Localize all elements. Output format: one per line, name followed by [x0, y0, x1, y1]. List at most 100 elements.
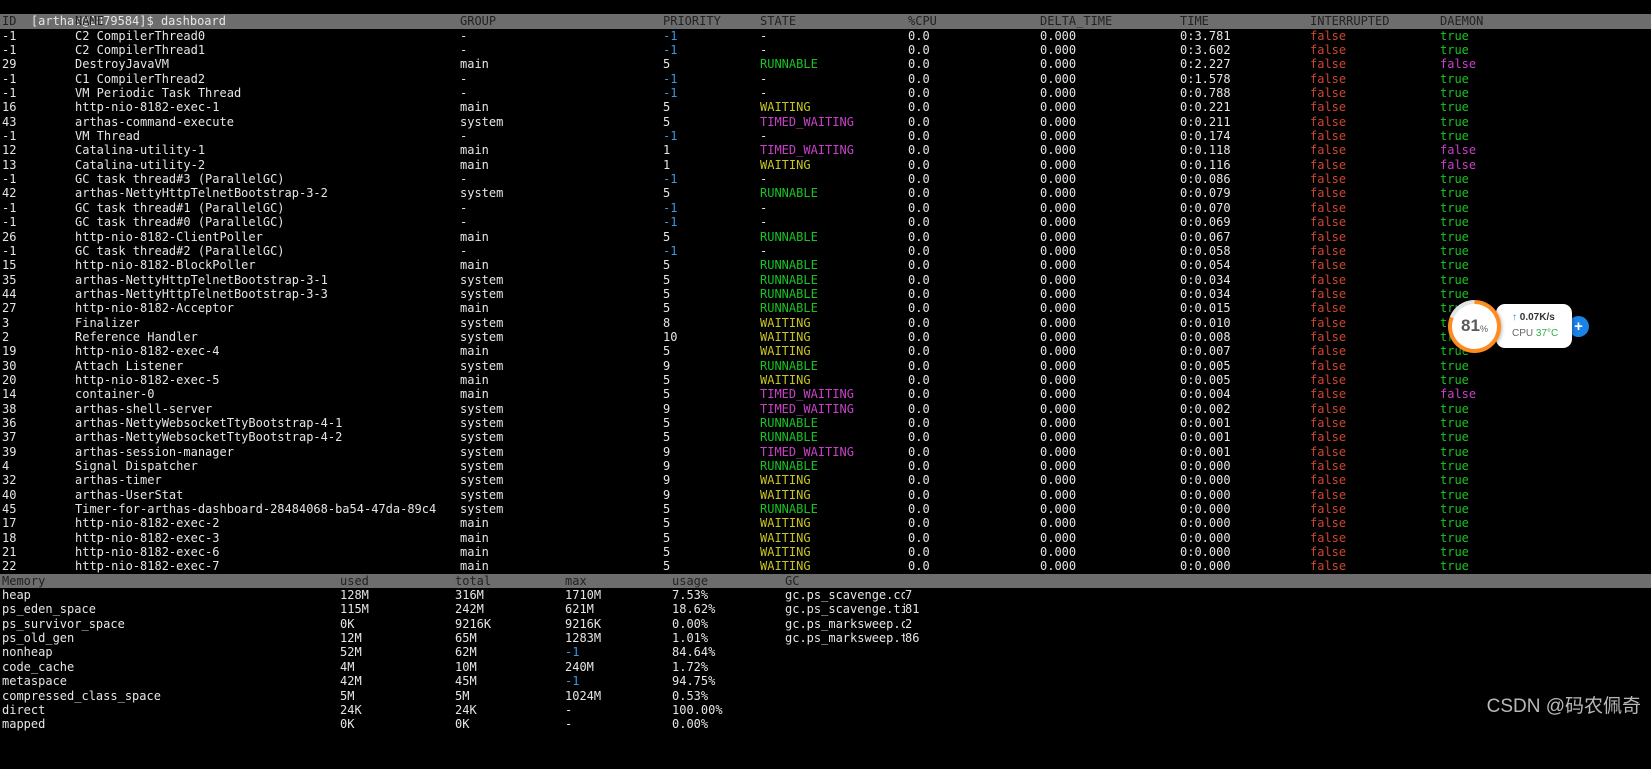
table-row: 2 Reference Handler system 10 WAITING 0.0 0.00…: [0, 330, 1651, 344]
cell-max: 1710M: [565, 588, 602, 603]
cell-state: -: [760, 71, 768, 86]
cell-state: RUNNABLE: [760, 502, 818, 517]
cell-total: 45M: [455, 674, 477, 689]
cell-time: 0:1.578: [1180, 71, 1231, 86]
cell-total: 9216K: [455, 616, 492, 631]
cell-time: 0:0.000: [1180, 502, 1231, 517]
cell-time: 0:0.058: [1180, 243, 1231, 258]
table-row: 32 arthas-timer system 9 WAITING 0.0 0.000 0:0.…: [0, 473, 1651, 487]
cell-usage: 0.53%: [672, 688, 709, 703]
cell-id: 15: [2, 258, 17, 273]
system-monitor-widget[interactable]: + ↑ 0.07K/s CPU 37°C 81 %: [1446, 299, 1596, 357]
cell-interrupted: false: [1310, 71, 1347, 86]
cell-delta-time: 0.000: [1040, 473, 1077, 488]
cell-priority: 5: [663, 516, 671, 531]
cell-cpu: 0.0: [908, 358, 930, 373]
cell-state: RUNNABLE: [760, 272, 818, 287]
cell-id: 21: [2, 545, 17, 560]
cell-gc-name: [785, 703, 905, 717]
cell-cpu: 0.0: [908, 258, 930, 273]
cell-delta-time: 0.000: [1040, 329, 1077, 344]
cell-usage: 7.53%: [672, 588, 709, 603]
cell-interrupted: false: [1310, 143, 1347, 158]
cell-interrupted: false: [1310, 415, 1347, 430]
cell-total: 10M: [455, 659, 477, 674]
cell-name: GC task thread#2 (ParallelGC): [75, 243, 285, 258]
cell-group: -: [460, 215, 468, 230]
cell-state: WAITING: [760, 344, 811, 359]
cell-name: GC task thread#0 (ParallelGC): [75, 215, 285, 230]
cell-priority: 1: [663, 143, 671, 158]
cell-time: 0:0.015: [1180, 301, 1231, 316]
cell-total: 62M: [455, 645, 477, 660]
cell-delta-time: 0.000: [1040, 43, 1077, 58]
cell-name: DestroyJavaVM: [75, 57, 169, 72]
cell-state: -: [760, 215, 768, 230]
cell-id: 32: [2, 473, 17, 488]
cell-time: 0:0.070: [1180, 200, 1231, 215]
cell-daemon: true: [1440, 215, 1469, 230]
table-row: direct 24K 24K - 100.00%: [0, 703, 1651, 717]
memory-usage-ball[interactable]: 81 %: [1448, 300, 1501, 353]
cell-state: WAITING: [760, 157, 811, 172]
cell-state: WAITING: [760, 545, 811, 560]
cell-interrupted: false: [1310, 444, 1347, 459]
cell-used: 0K: [340, 616, 355, 631]
cell-name: http-nio-8182-exec-2: [75, 516, 220, 531]
cell-interrupted: false: [1310, 559, 1347, 574]
cell-delta-time: 0.000: [1040, 315, 1077, 330]
cell-name: http-nio-8182-exec-7: [75, 559, 220, 574]
cell-priority: 5: [663, 559, 671, 574]
cell-interrupted: false: [1310, 545, 1347, 560]
cell-priority: 8: [663, 315, 671, 330]
cell-state: WAITING: [760, 315, 811, 330]
percent-sign: %: [1479, 324, 1488, 335]
cell-daemon: true: [1440, 430, 1469, 445]
cell-cpu: 0.0: [908, 272, 930, 287]
cell-priority: 9: [663, 487, 671, 502]
upload-arrow-icon: ↑: [1512, 311, 1517, 323]
table-row: 38 arthas-shell-server system 9 TIMED_WAITIN…: [0, 402, 1651, 416]
cell-time: 0:0.004: [1180, 387, 1231, 402]
table-row: ps_eden_space 115M 242M 621M 18.62% gc.ps_sca…: [0, 602, 1651, 616]
cell-interrupted: false: [1310, 272, 1347, 287]
table-row: ps_survivor_space 0K 9216K 9216K 0.00% gc.ps_…: [0, 617, 1651, 631]
cell-cpu: 0.0: [908, 516, 930, 531]
cell-group: system: [460, 186, 504, 201]
cell-interrupted: false: [1310, 157, 1347, 172]
cell-priority: -1: [663, 215, 678, 230]
cell-used: 0K: [340, 717, 355, 732]
cell-priority: 5: [663, 229, 671, 244]
cell-time: 0:0.000: [1180, 516, 1231, 531]
table-row: 16 http-nio-8182-exec-1 main 5 WAITING 0.0 0.0…: [0, 100, 1651, 114]
cell-interrupted: false: [1310, 329, 1347, 344]
cell-gc-value: [905, 717, 1651, 731]
cell-group: system: [460, 272, 504, 287]
cell-state: TIMED_WAITING: [760, 114, 854, 129]
cell-group: main: [460, 57, 489, 72]
cell-cpu: 0.0: [908, 43, 930, 58]
cell-id: 13: [2, 157, 17, 172]
cell-cpu: 0.0: [908, 415, 930, 430]
cell-interrupted: false: [1310, 57, 1347, 72]
cell-interrupted: false: [1310, 229, 1347, 244]
cell-usage: 100.00%: [672, 702, 723, 717]
table-row: compressed_class_space 5M 5M 1024M 0.53%: [0, 689, 1651, 703]
cell-group: system: [460, 329, 504, 344]
cell-state: WAITING: [760, 473, 811, 488]
cell-cpu: 0.0: [908, 229, 930, 244]
cell-id: 42: [2, 186, 17, 201]
cell-daemon: true: [1440, 229, 1469, 244]
cell-state: WAITING: [760, 530, 811, 545]
column-header-state: STATE: [760, 14, 797, 29]
cell-delta-time: 0.000: [1040, 129, 1077, 144]
watermark: CSDN @码农佩奇: [1486, 696, 1641, 717]
cell-gc-name: gc.ps_marksweep.count: [785, 616, 905, 631]
cell-time: 0:0.116: [1180, 157, 1231, 172]
cell-group: -: [460, 172, 468, 187]
cell-daemon: true: [1440, 186, 1469, 201]
cell-delta-time: 0.000: [1040, 57, 1077, 72]
cell-time: 0:0.002: [1180, 401, 1231, 416]
cell-priority: 5: [663, 57, 671, 72]
cell-time: 0:0.788: [1180, 86, 1231, 101]
